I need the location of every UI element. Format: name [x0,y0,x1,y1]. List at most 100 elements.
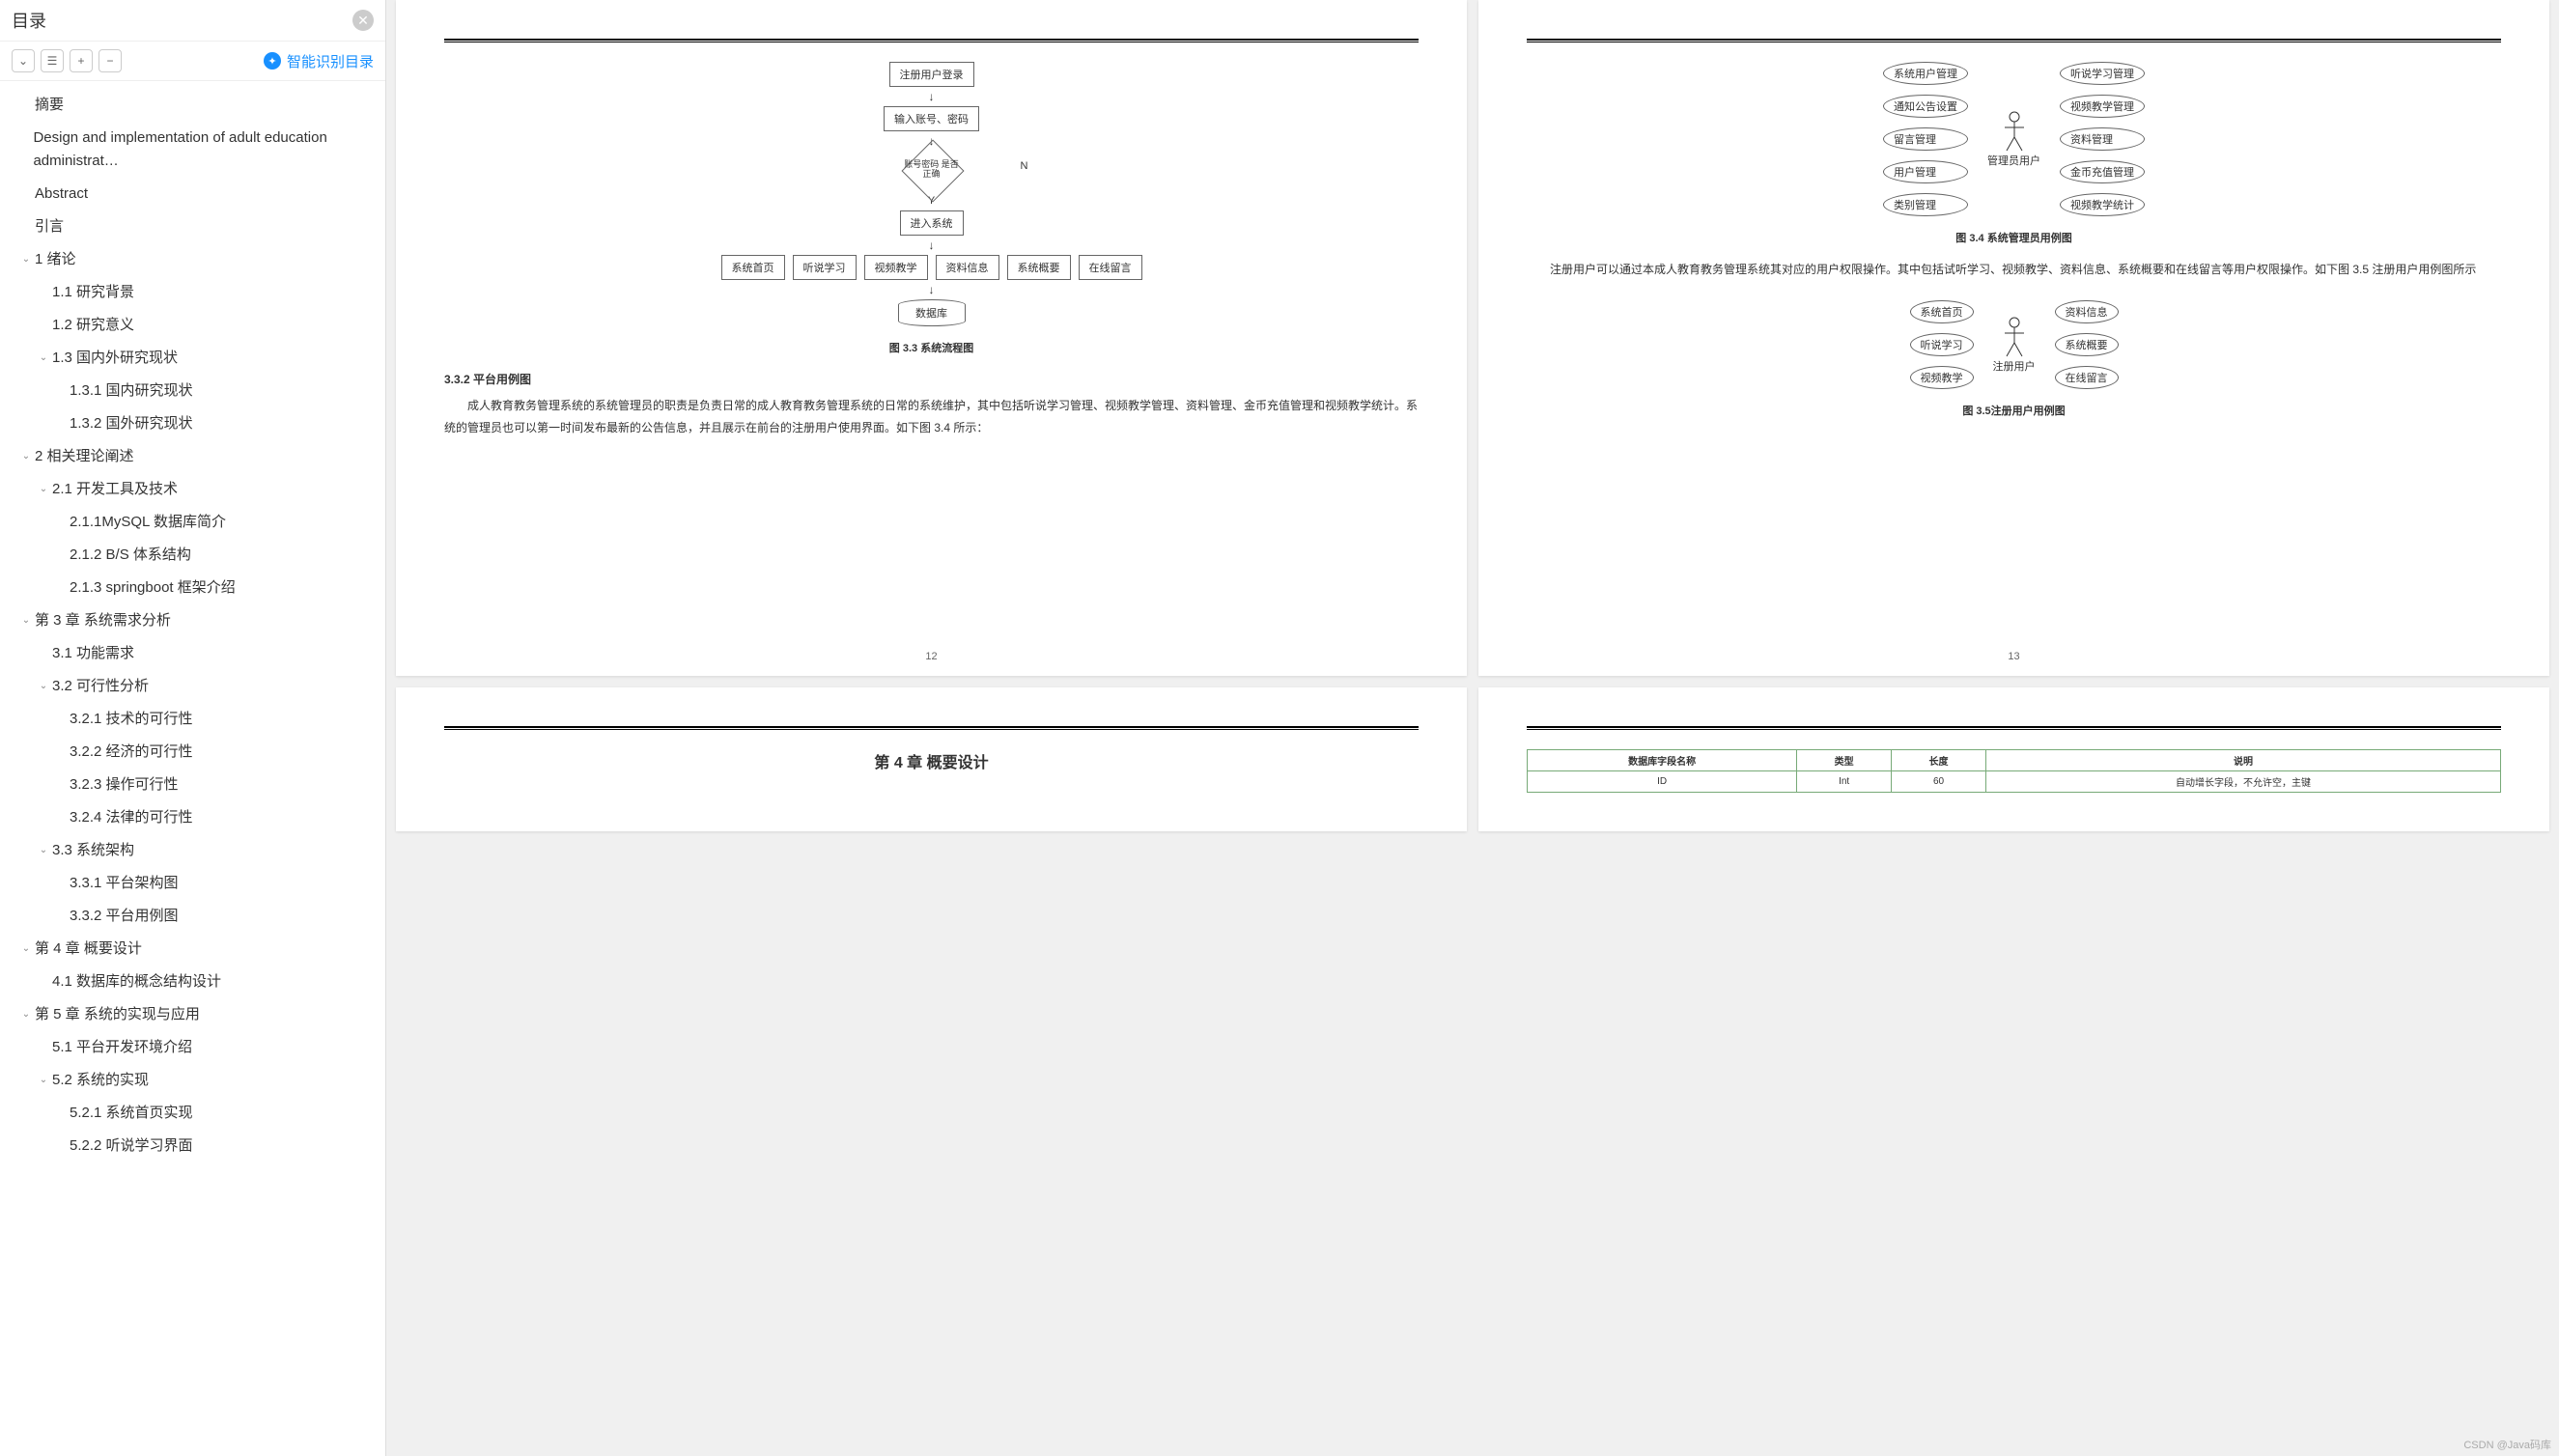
toc-item-label: 2.1 开发工具及技术 [52,478,178,501]
figure-caption: 图 3.4 系统管理员用例图 [1527,230,2501,245]
table-cell: Int [1797,771,1892,793]
chevron-down-icon[interactable]: ⌄ [37,1073,50,1088]
toc-item-label: 3.2.4 法律的可行性 [70,806,193,829]
toc-item[interactable]: ⌄2 相关理论阐述 [0,440,385,473]
table-header: 长度 [1892,750,1986,771]
toc-item[interactable]: Design and implementation of adult educa… [0,122,385,178]
chevron-down-icon[interactable]: ⌄ [37,350,50,366]
toc-item[interactable]: 3.2.4 法律的可行性 [0,801,385,834]
toc-item-label: 5.2 系统的实现 [52,1069,149,1092]
toc-item[interactable]: Abstract [0,178,385,210]
toc-item[interactable]: 2.1.3 springboot 框架介绍 [0,572,385,604]
remove-button[interactable]: − [98,49,122,72]
flow-node-enter: 进入系统 [900,210,964,236]
toc-item-label: Abstract [35,182,88,206]
toc-item[interactable]: 5.2.1 系统首页实现 [0,1097,385,1130]
toc-item[interactable]: ⌄2.1 开发工具及技术 [0,473,385,506]
chevron-down-icon[interactable]: ⌄ [19,613,33,629]
figure-caption: 图 3.3 系统流程图 [444,340,1419,355]
table-cell: 自动增长字段，不允许空，主键 [1985,771,2500,793]
flow-node-input: 输入账号、密码 [884,106,979,131]
flow-database: 数据库 [898,299,966,326]
chevron-down-icon[interactable]: ⌄ [37,482,50,497]
table-cell: ID [1528,771,1797,793]
usecase-ellipse: 类别管理 [1883,193,1968,216]
actor-admin: 管理员用户 [1987,110,2040,168]
toc-item-label: 第 4 章 概要设计 [35,938,142,961]
chapter-title: 第 4 章 概要设计 [444,749,1419,772]
db-field-table: 数据库字段名称类型长度说明 IDInt60自动增长字段，不允许空，主键 [1527,749,2501,793]
toc-item[interactable]: ⌄第 4 章 概要设计 [0,933,385,966]
page-number: 13 [1478,651,2549,662]
toc-item[interactable]: 引言 [0,210,385,243]
toc-item-label: 3.1 功能需求 [52,642,134,665]
add-button[interactable]: + [70,49,93,72]
toc-item-label: 5.2.1 系统首页实现 [70,1102,193,1125]
toc-item[interactable]: ⌄3.2 可行性分析 [0,670,385,703]
toc-item-label: 3.2.3 操作可行性 [70,773,179,797]
usecase-ellipse: 系统概要 [2055,333,2119,356]
toc-item-label: 2.1.2 B/S 体系结构 [70,544,191,567]
toc-item-label: 5.2.2 听说学习界面 [70,1134,193,1158]
close-icon[interactable]: ✕ [352,10,374,31]
usecase-ellipse: 听说学习管理 [2060,62,2145,85]
chevron-down-icon[interactable]: ⌄ [37,843,50,858]
toc-item-label: 2.1.1MySQL 数据库简介 [70,511,226,534]
toc-item[interactable]: 3.3.1 平台架构图 [0,867,385,900]
toc-item-label: 3.2 可行性分析 [52,675,149,698]
toc-item[interactable]: 2.1.2 B/S 体系结构 [0,539,385,572]
chevron-down-icon[interactable]: ⌄ [19,941,33,957]
table-cell: 60 [1892,771,1986,793]
person-icon [2000,110,2029,153]
smart-icon: ✦ [264,52,281,70]
toc-item[interactable]: ⌄3.3 系统架构 [0,834,385,867]
header-rule [1527,39,2501,42]
toc-item-label: 2 相关理论阐述 [35,445,134,468]
usecase-ellipse: 留言管理 [1883,127,1968,151]
toc-item[interactable]: 5.2.2 听说学习界面 [0,1130,385,1162]
toc-item[interactable]: 4.1 数据库的概念结构设计 [0,966,385,998]
toc-item-label: 3.3 系统架构 [52,839,134,862]
toc-item[interactable]: 3.1 功能需求 [0,637,385,670]
flow-leaf: 在线留言 [1079,255,1142,280]
expand-tree-button[interactable]: ☰ [41,49,64,72]
smart-recognize-toc[interactable]: ✦ 智能识别目录 [264,51,374,71]
chevron-down-icon[interactable]: ⌄ [19,1007,33,1022]
table-header: 类型 [1797,750,1892,771]
toc-item-label: 第 3 章 系统需求分析 [35,609,171,632]
chevron-down-icon[interactable]: ⌄ [19,252,33,267]
toc-item[interactable]: ⌄5.2 系统的实现 [0,1064,385,1097]
toc-item[interactable]: 3.2.2 经济的可行性 [0,736,385,769]
person-icon [2000,316,2029,358]
chevron-down-icon[interactable]: ⌄ [37,679,50,694]
toc-item-label: 3.2.2 经济的可行性 [70,741,193,764]
toc-item[interactable]: 摘要 [0,89,385,122]
toc-item-label: 1.3.1 国内研究现状 [70,379,193,403]
toc-item[interactable]: 1.2 研究意义 [0,309,385,342]
collapse-all-button[interactable]: ⌄ [12,49,35,72]
toc-item[interactable]: 1.1 研究背景 [0,276,385,309]
usecase-ellipse: 视频教学管理 [2060,95,2145,118]
toc-item[interactable]: 1.3.1 国内研究现状 [0,375,385,407]
toc-sidebar: 目录 ✕ ⌄ ☰ + − ✦ 智能识别目录 摘要Design and imple… [0,0,386,1456]
toc-item-label: 引言 [35,215,64,238]
toc-item[interactable]: 3.3.2 平台用例图 [0,900,385,933]
toc-item-label: 1.3.2 国外研究现状 [70,412,193,435]
toc-item[interactable]: 5.1 平台开发环境介绍 [0,1031,385,1064]
toc-item[interactable]: 1.3.2 国外研究现状 [0,407,385,440]
flow-no-label: N [1021,160,1028,172]
toc-item[interactable]: 3.2.1 技术的可行性 [0,703,385,736]
toc-item[interactable]: 3.2.3 操作可行性 [0,769,385,801]
page-12: 注册用户登录 ↓ 输入账号、密码 ↓ 账号密码 是否正确 N Y 进入系统 ↓ … [396,0,1467,676]
toc-item[interactable]: ⌄第 3 章 系统需求分析 [0,604,385,637]
toc-item-label: 1.2 研究意义 [52,314,134,337]
toc-item[interactable]: ⌄第 5 章 系统的实现与应用 [0,998,385,1031]
document-viewport[interactable]: 注册用户登录 ↓ 输入账号、密码 ↓ 账号密码 是否正确 N Y 进入系统 ↓ … [386,0,2559,1456]
toc-item[interactable]: ⌄1.3 国内外研究现状 [0,342,385,375]
toc-item[interactable]: 2.1.1MySQL 数据库简介 [0,506,385,539]
header-rule [444,726,1419,730]
chevron-down-icon[interactable]: ⌄ [19,449,33,464]
toc-list[interactable]: 摘要Design and implementation of adult edu… [0,81,385,1456]
toc-item[interactable]: ⌄1 绪论 [0,243,385,276]
system-flowchart: 注册用户登录 ↓ 输入账号、密码 ↓ 账号密码 是否正确 N Y 进入系统 ↓ … [444,62,1419,326]
